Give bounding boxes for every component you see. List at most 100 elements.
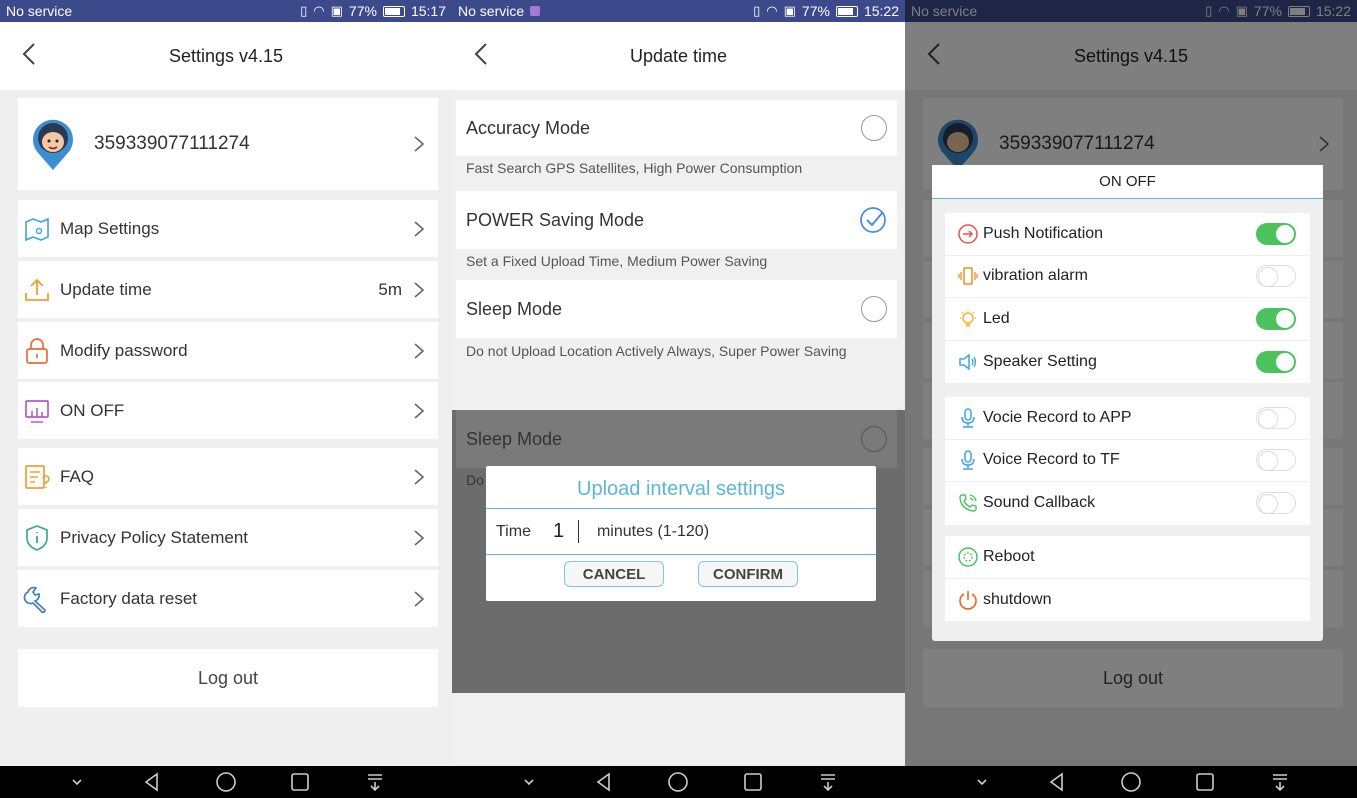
settings-item-faq[interactable]: FAQ (18, 448, 438, 505)
mode-accuracy[interactable]: Accuracy Mode (456, 100, 897, 156)
setting-label: Sound Callback (983, 494, 1096, 512)
chevron-down-icon[interactable] (66, 771, 88, 793)
home-circle-icon[interactable] (215, 771, 237, 793)
setting-speaker[interactable]: Speaker Setting (945, 341, 1310, 384)
setting-label: vibration alarm (983, 267, 1088, 285)
toggle-switch-on[interactable] (1256, 222, 1296, 245)
power-icon (959, 590, 977, 610)
logout-button[interactable]: Log out (18, 649, 438, 707)
carrier-text: No service (6, 3, 73, 19)
status-bar: No service ▯ ◠ ▣ 77% 15:17 (0, 0, 452, 22)
setting-led[interactable]: Led (945, 298, 1310, 341)
android-nav-bar (0, 766, 452, 798)
toggle-switch-off[interactable] (1256, 265, 1296, 288)
checkmark-circle-icon[interactable] (859, 206, 887, 234)
setting-label: Push Notification (983, 224, 1104, 242)
mode-label: Sleep Mode (466, 428, 563, 449)
toggle-switch-off[interactable] (1256, 449, 1296, 472)
page-title: Settings v4.15 (168, 45, 284, 66)
back-triangle-icon[interactable] (141, 771, 163, 793)
dialog-title: ON OFF (932, 165, 1323, 199)
home-circle-icon[interactable] (1120, 771, 1142, 793)
back-arrow-icon[interactable] (468, 40, 496, 68)
notification-pull-icon[interactable] (817, 771, 839, 793)
toggle-switch-off[interactable] (1256, 406, 1296, 429)
settings-item-label: Modify password (60, 340, 188, 360)
vibrate-icon: ▯ (300, 3, 308, 18)
toggle-switch-off[interactable] (1256, 492, 1296, 515)
android-nav-bar (452, 766, 905, 798)
recents-square-icon[interactable] (1194, 771, 1216, 793)
confirm-button[interactable]: CONFIRM (698, 561, 798, 587)
mode-description: Do (466, 472, 484, 488)
setting-voice-record-app[interactable]: Vocie Record to APP (945, 397, 1310, 440)
mode-sleep-dimmed: Sleep Mode (456, 410, 897, 468)
notification-pull-icon[interactable] (1269, 771, 1291, 793)
header: Update time (452, 22, 905, 90)
chevron-right-icon (414, 342, 425, 359)
upload-icon (25, 278, 49, 301)
time-row: Time minutes (1-120) (486, 509, 876, 555)
avatar (33, 119, 73, 170)
chevron-right-icon (414, 590, 425, 607)
setting-label: Led (983, 309, 1010, 327)
reboot-icon (958, 547, 978, 567)
sim-icon: ▣ (330, 3, 343, 18)
speaker-icon (959, 353, 977, 371)
chevron-right-icon (414, 529, 425, 546)
header: Settings v4.15 (0, 22, 452, 90)
recents-square-icon[interactable] (742, 771, 764, 793)
back-triangle-icon[interactable] (593, 771, 615, 793)
microphone-icon (961, 408, 975, 428)
chevron-right-icon (414, 402, 425, 419)
cancel-button[interactable]: CANCEL (564, 561, 664, 587)
mode-sleep[interactable]: Sleep Mode (456, 280, 897, 338)
action-group: Reboot shutdown (945, 536, 1310, 621)
settings-item-update-time[interactable]: Update time 5m (18, 261, 438, 318)
dialog-title: Upload interval settings (486, 466, 876, 509)
toggle-switch-on[interactable] (1256, 350, 1296, 373)
phone-icon (959, 494, 977, 512)
mode-list: Accuracy Mode Fast Search GPS Satellites… (452, 90, 905, 766)
push-notification-icon (958, 224, 978, 244)
toggle-group-2: Vocie Record to APP Voice Record to TF S… (945, 397, 1310, 525)
clock: 15:17 (410, 3, 446, 19)
setting-voice-record-tf[interactable]: Voice Record to TF (945, 440, 1310, 482)
settings-list: 359339077111274 Map Settings Update time… (0, 90, 452, 766)
mode-power-saving[interactable]: POWER Saving Mode (456, 191, 897, 249)
settings-item-label: FAQ (60, 466, 95, 486)
radio-unchecked[interactable] (861, 296, 887, 322)
notification-pull-icon[interactable] (364, 771, 386, 793)
shutdown-button[interactable]: shutdown (945, 579, 1310, 622)
setting-sound-callback[interactable]: Sound Callback (945, 482, 1310, 525)
battery-text: 77% (801, 3, 830, 19)
chevron-down-icon[interactable] (518, 771, 540, 793)
home-circle-icon[interactable] (667, 771, 689, 793)
settings-item-label: Privacy Policy Statement (60, 527, 249, 547)
settings-item-privacy[interactable]: Privacy Policy Statement (18, 509, 438, 566)
device-id: 359339077111274 (94, 133, 250, 154)
onoff-screen: No service ▯ ◠ ▣ 77% 15:22 Settings v4.1… (905, 0, 1357, 798)
microphone-icon (961, 450, 975, 470)
back-triangle-icon[interactable] (1046, 771, 1068, 793)
settings-item-factory-reset[interactable]: Factory data reset (18, 570, 438, 627)
device-card[interactable]: 359339077111274 (18, 98, 438, 190)
shield-icon (26, 524, 48, 551)
chevron-down-icon[interactable] (971, 771, 993, 793)
radio-unchecked[interactable] (861, 115, 887, 141)
android-nav-bar (905, 766, 1357, 798)
logout-label: Log out (197, 667, 259, 688)
setting-vibration-alarm[interactable]: vibration alarm (945, 256, 1310, 298)
settings-item-onoff[interactable]: ON OFF (18, 382, 438, 439)
onoff-dialog: ON OFF Push Notification vibration alarm… (932, 165, 1323, 641)
chevron-right-icon (414, 281, 425, 298)
reboot-button[interactable]: Reboot (945, 536, 1310, 579)
setting-push-notification[interactable]: Push Notification (945, 213, 1310, 256)
recents-square-icon[interactable] (289, 771, 311, 793)
toggle-switch-on[interactable] (1256, 307, 1296, 330)
settings-screen: No service ▯ ◠ ▣ 77% 15:17 Settings v4.1… (0, 0, 452, 798)
interval-input[interactable] (552, 520, 579, 543)
settings-item-map[interactable]: Map Settings (18, 200, 438, 257)
settings-item-password[interactable]: Modify password (18, 322, 438, 379)
back-arrow-icon[interactable] (16, 40, 44, 68)
